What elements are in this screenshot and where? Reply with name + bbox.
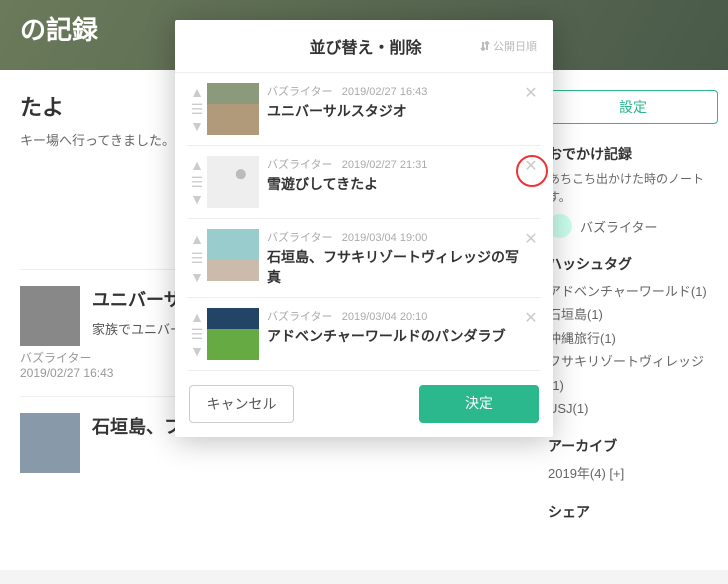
list-item: ▲ ☰ ▼ バズライター 2019/03/04 20:10 アドベンチャーワール… [187,298,541,371]
item-title: 石垣島、フサキリゾートヴィレッジの写真 [267,247,521,287]
item-title: 雪遊びしてきたよ [267,174,521,194]
reorder-handles: ▲ ☰ ▼ [187,308,207,360]
item-date: 2019/02/27 16:43 [342,86,428,98]
close-icon: ✕ [524,158,537,175]
cancel-button[interactable]: キャンセル [189,385,294,423]
modal-header: 並び替え・削除 公開日順 [175,20,553,73]
drag-handle-icon[interactable]: ☰ [191,102,204,116]
modal-body: ▲ ☰ ▼ バズライター 2019/02/27 16:43 ユニバーサルスタジオ… [175,73,553,371]
modal-overlay: 並び替え・削除 公開日順 ▲ ☰ ▼ バズライター 2019/02/27 16:… [0,0,728,584]
item-title: アドベンチャーワールドのパンダラブ [267,326,521,346]
item-date: 2019/02/27 21:31 [342,159,428,171]
list-item: ▲ ☰ ▼ バズライター 2019/02/27 16:43 ユニバーサルスタジオ… [187,73,541,146]
sort-delete-modal: 並び替え・削除 公開日順 ▲ ☰ ▼ バズライター 2019/02/27 16:… [175,20,553,437]
drag-handle-icon[interactable]: ☰ [191,175,204,189]
item-author: バズライター [267,311,333,323]
item-thumbnail [207,156,259,208]
reorder-handles: ▲ ☰ ▼ [187,156,207,208]
move-up-icon[interactable]: ▲ [190,310,204,324]
delete-item-button[interactable]: ✕ [521,229,541,287]
drag-handle-icon[interactable]: ☰ [191,251,204,265]
item-author: バズライター [267,232,333,244]
sort-icon [480,41,490,51]
move-down-icon[interactable]: ▼ [190,344,204,358]
move-down-icon[interactable]: ▼ [190,270,204,284]
item-author: バズライター [267,86,333,98]
modal-footer: キャンセル 決定 [175,371,553,437]
item-date: 2019/03/04 20:10 [342,311,428,323]
delete-item-button[interactable]: ✕ [521,156,541,208]
move-down-icon[interactable]: ▼ [190,192,204,206]
item-thumbnail [207,308,259,360]
close-icon: ✕ [524,310,537,327]
item-body: バズライター 2019/03/04 20:10 アドベンチャーワールドのパンダラ… [267,308,521,360]
close-icon: ✕ [524,231,537,248]
item-thumbnail [207,229,259,281]
delete-item-button[interactable]: ✕ [521,308,541,360]
reorder-handles: ▲ ☰ ▼ [187,83,207,135]
item-body: バズライター 2019/02/27 16:43 ユニバーサルスタジオ [267,83,521,135]
delete-item-button[interactable]: ✕ [521,83,541,135]
item-date: 2019/03/04 19:00 [342,232,428,244]
list-item: ▲ ☰ ▼ バズライター 2019/03/04 19:00 石垣島、フサキリゾー… [187,219,541,298]
item-body: バズライター 2019/02/27 21:31 雪遊びしてきたよ [267,156,521,208]
move-up-icon[interactable]: ▲ [190,158,204,172]
item-thumbnail [207,83,259,135]
list-item: ▲ ☰ ▼ バズライター 2019/02/27 21:31 雪遊びしてきたよ ✕ [187,146,541,219]
sort-by-button[interactable]: 公開日順 [480,38,537,54]
move-up-icon[interactable]: ▲ [190,232,204,246]
drag-handle-icon[interactable]: ☰ [191,327,204,341]
item-title: ユニバーサルスタジオ [267,101,521,121]
modal-title: 並び替え・削除 [251,34,480,58]
move-up-icon[interactable]: ▲ [190,85,204,99]
close-icon: ✕ [524,85,537,102]
sort-label: 公開日順 [493,38,537,54]
item-body: バズライター 2019/03/04 19:00 石垣島、フサキリゾートヴィレッジ… [267,229,521,287]
item-author: バズライター [267,159,333,171]
ok-button[interactable]: 決定 [419,385,539,423]
move-down-icon[interactable]: ▼ [190,119,204,133]
reorder-handles: ▲ ☰ ▼ [187,229,207,287]
